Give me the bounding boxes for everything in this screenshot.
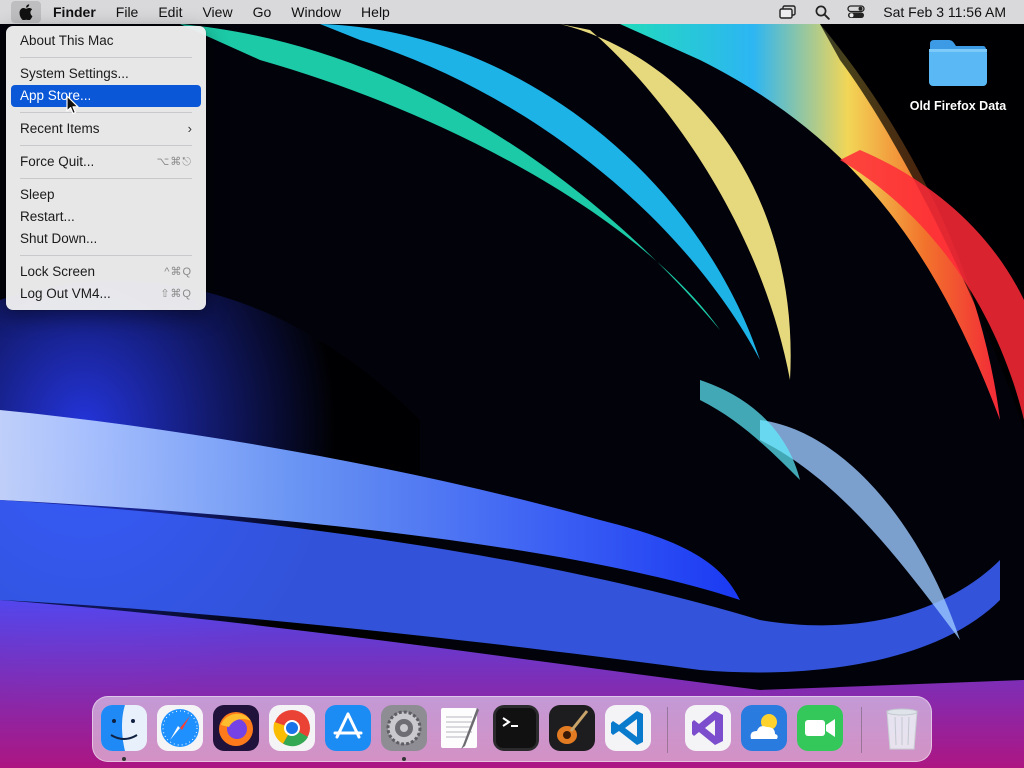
menu-help[interactable]: Help [351,0,400,24]
firefox-icon [213,705,259,751]
dock-vscode[interactable] [605,705,651,751]
folder-label: Old Firefox Data [909,99,1007,113]
menu-window[interactable]: Window [281,0,351,24]
dock-terminal[interactable] [493,705,539,751]
dock-separator [861,707,862,753]
spotlight-search-icon[interactable] [811,3,833,21]
desktop-folder[interactable]: Old Firefox Data [906,36,1010,113]
menu-go[interactable]: Go [243,0,282,24]
menu-item-restart[interactable]: Restart... [11,206,201,228]
facetime-icon [797,705,843,751]
menu-file[interactable]: File [106,0,149,24]
dock-system-settings[interactable] [381,705,427,751]
dock-textedit[interactable] [437,705,483,751]
safari-icon [157,705,203,751]
folder-icon [929,40,987,86]
menu-item-about-this-mac[interactable]: About This Mac [11,30,201,52]
chrome-icon [269,705,315,751]
menu-separator [20,112,192,113]
menu-item-app-store[interactable]: App Store... [11,85,201,107]
menu-separator [20,145,192,146]
dock-app-store[interactable] [325,705,371,751]
finder-icon [101,705,147,751]
menu-item-system-settings[interactable]: System Settings... [11,63,201,85]
dock-separator [667,707,668,753]
apple-logo-icon [19,4,33,20]
chevron-right-icon: › [187,121,192,136]
dock [92,696,932,762]
dock-chrome[interactable] [269,705,315,751]
gear-icon [381,705,427,751]
menu-edit[interactable]: Edit [148,0,192,24]
vscode-icon [605,705,651,751]
menu-item-sleep[interactable]: Sleep [11,184,201,206]
dock-firefox[interactable] [213,705,259,751]
weather-icon [741,705,787,751]
dock-facetime[interactable] [797,705,843,751]
screen-mirroring-icon[interactable] [777,3,799,21]
guitar-icon [549,705,595,751]
control-center-icon[interactable] [845,3,867,21]
terminal-icon [493,705,539,751]
menu-bar-clock[interactable]: Sat Feb 3 11:56 AM [883,4,1006,20]
textedit-icon [441,708,479,749]
running-indicator [402,757,406,761]
menu-item-log-out[interactable]: Log Out VM4... ⇧⌘Q [11,283,201,305]
dock-visual-studio[interactable] [685,705,731,751]
trash-icon [886,708,918,750]
status-area: Sat Feb 3 11:56 AM [771,0,1024,24]
menu-item-force-quit[interactable]: Force Quit... ⌥⌘⎋ [11,151,201,173]
dock-safari[interactable] [157,705,203,751]
menu-item-recent-items[interactable]: Recent Items › [11,118,201,140]
dock-finder[interactable] [101,705,147,751]
shortcut-label: ⌥⌘⎋ [156,156,192,168]
shortcut-label: ^⌘Q [164,266,192,278]
apple-menu-button[interactable] [11,1,41,23]
menu-finder[interactable]: Finder [41,0,106,24]
menu-bar: Finder File Edit View Go Window Help Sat… [0,0,1024,24]
menu-view[interactable]: View [192,0,242,24]
menu-item-lock-screen[interactable]: Lock Screen ^⌘Q [11,261,201,283]
visual-studio-icon [685,705,731,751]
menu-item-shut-down[interactable]: Shut Down... [11,228,201,250]
running-indicator [122,757,126,761]
dock-garageband[interactable] [549,705,595,751]
dock-weather[interactable] [741,705,787,751]
menu-separator [20,57,192,58]
shortcut-label: ⇧⌘Q [160,288,192,300]
app-store-icon [325,705,371,751]
menu-separator [20,255,192,256]
apple-menu-dropdown: About This Mac System Settings... App St… [6,26,206,310]
dock-trash[interactable] [879,705,925,751]
mouse-pointer-icon [66,95,79,115]
menu-separator [20,178,192,179]
